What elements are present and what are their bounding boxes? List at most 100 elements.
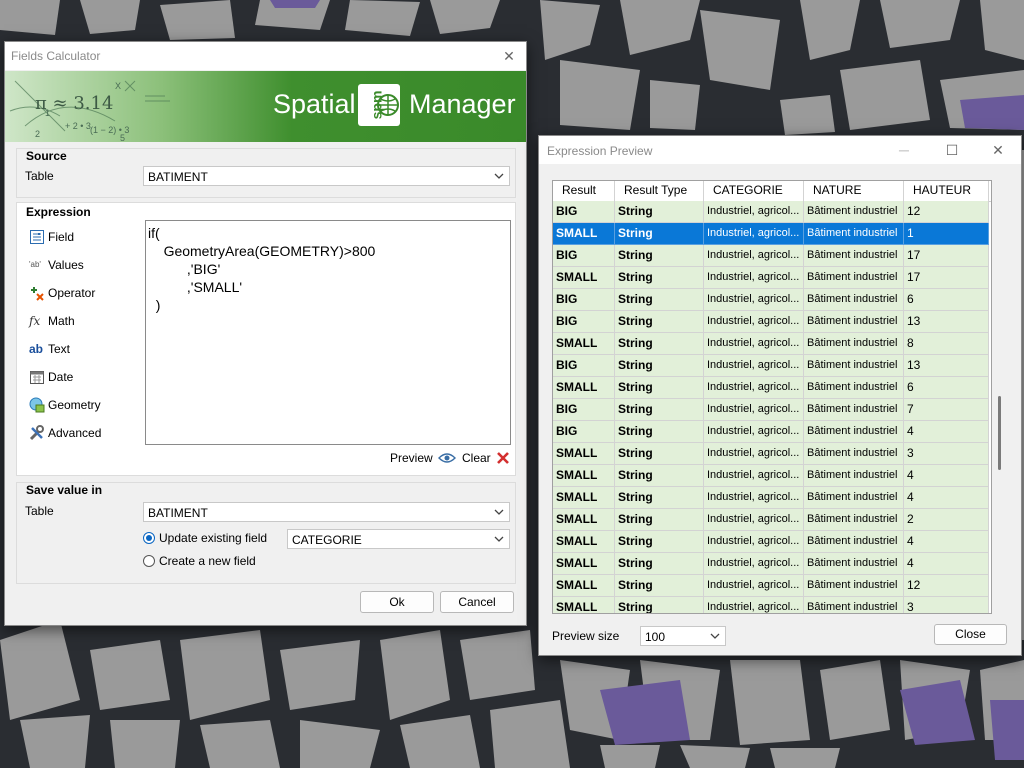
cell-hauteur: 3 bbox=[904, 597, 989, 613]
field-icon bbox=[30, 230, 44, 244]
cell-categorie: Industriel, agricol... bbox=[704, 333, 804, 355]
save-table-value: BATIMENT bbox=[148, 506, 208, 520]
close-button[interactable]: Close bbox=[934, 624, 1007, 645]
create-new-label[interactable]: Create a new field bbox=[159, 554, 256, 568]
cell-result-type: String bbox=[615, 267, 704, 289]
table-row[interactable]: BIG String Industriel, agricol... Bâtiment … bbox=[553, 399, 989, 421]
col-header-result[interactable]: Result bbox=[553, 181, 615, 201]
preview-window-title: Expression Preview bbox=[547, 144, 653, 158]
cell-hauteur: 1 bbox=[904, 223, 989, 245]
cell-result: BIG bbox=[553, 421, 615, 443]
table-row[interactable]: SMALL String Industriel, agricol... Bâtimen… bbox=[553, 531, 989, 553]
math-icon: fx bbox=[29, 314, 41, 328]
cell-nature: Bâtiment industriel bbox=[804, 509, 904, 531]
category-operator-label: Operator bbox=[48, 286, 96, 300]
table-row[interactable]: SMALL String Industriel, agricol... Bâtimen… bbox=[553, 377, 989, 399]
chevron-down-icon bbox=[494, 509, 504, 515]
cell-nature: Bâtiment industriel bbox=[804, 245, 904, 267]
cell-hauteur: 7 bbox=[904, 399, 989, 421]
table-row[interactable]: BIG String Industriel, agricol... Bâtiment … bbox=[553, 311, 989, 333]
table-row[interactable]: SMALL String Industriel, agricol... Bâtimen… bbox=[553, 443, 989, 465]
cell-result: SMALL bbox=[553, 553, 615, 575]
cell-result: SMALL bbox=[553, 487, 615, 509]
cell-categorie: Industriel, agricol... bbox=[704, 311, 804, 333]
update-existing-label[interactable]: Update existing field bbox=[159, 531, 267, 545]
update-existing-radio[interactable] bbox=[143, 532, 155, 544]
text-icon: ab bbox=[29, 342, 44, 356]
expression-editor[interactable]: if( GeometryArea(GEOMETRY)>800 ,'BIG' ,'… bbox=[145, 220, 511, 445]
grid-header: Result Result Type CATEGORIE NATURE HAUT… bbox=[553, 181, 991, 202]
table-row[interactable]: SMALL String Industriel, agricol... Bâtimen… bbox=[553, 597, 989, 613]
cell-nature: Bâtiment industriel bbox=[804, 487, 904, 509]
cell-categorie: Industriel, agricol... bbox=[704, 201, 804, 223]
expression-preview-titlebar[interactable]: Expression Preview ─ ☐ ✕ bbox=[539, 136, 1021, 164]
cell-result-type: String bbox=[615, 531, 704, 553]
grid-scrollbar[interactable] bbox=[990, 181, 991, 613]
table-row[interactable]: SMALL String Industriel, agricol... Bâtimen… bbox=[553, 487, 989, 509]
fields-calculator-titlebar[interactable]: Fields Calculator ✕ bbox=[5, 42, 526, 70]
cell-hauteur: 13 bbox=[904, 355, 989, 377]
cell-nature: Bâtiment industriel bbox=[804, 553, 904, 575]
grid-scrollbar-thumb[interactable] bbox=[998, 396, 1001, 470]
maximize-icon[interactable]: ☐ bbox=[935, 136, 969, 164]
cell-result: SMALL bbox=[553, 597, 615, 613]
cell-hauteur: 6 bbox=[904, 289, 989, 311]
create-new-radio[interactable] bbox=[143, 555, 155, 567]
update-field-select[interactable]: CATEGORIE bbox=[287, 529, 510, 549]
table-row[interactable]: BIG String Industriel, agricol... Bâtiment … bbox=[553, 355, 989, 377]
table-row[interactable]: SMALL String Industriel, agricol... Bâtimen… bbox=[553, 223, 989, 245]
col-header-nature[interactable]: NATURE bbox=[804, 181, 904, 201]
col-header-result-type[interactable]: Result Type bbox=[615, 181, 704, 201]
table-row[interactable]: BIG String Industriel, agricol... Bâtiment … bbox=[553, 421, 989, 443]
cell-result-type: String bbox=[615, 421, 704, 443]
ok-button[interactable]: Ok bbox=[360, 591, 434, 613]
table-row[interactable]: SMALL String Industriel, agricol... Bâtimen… bbox=[553, 575, 989, 597]
category-math-label: Math bbox=[48, 314, 75, 328]
cell-hauteur: 17 bbox=[904, 267, 989, 289]
save-table-select[interactable]: BATIMENT bbox=[143, 502, 510, 522]
cell-result: BIG bbox=[553, 201, 615, 223]
cell-hauteur: 4 bbox=[904, 487, 989, 509]
cell-result-type: String bbox=[615, 377, 704, 399]
preview-button[interactable]: Preview bbox=[390, 451, 457, 469]
cell-nature: Bâtiment industriel bbox=[804, 267, 904, 289]
cell-result: SMALL bbox=[553, 465, 615, 487]
cell-result-type: String bbox=[615, 223, 704, 245]
table-row[interactable]: SMALL String Industriel, agricol... Bâtimen… bbox=[553, 509, 989, 531]
cell-hauteur: 4 bbox=[904, 553, 989, 575]
table-row[interactable]: BIG String Industriel, agricol... Bâtiment … bbox=[553, 289, 989, 311]
cell-categorie: Industriel, agricol... bbox=[704, 509, 804, 531]
preview-grid[interactable]: Result Result Type CATEGORIE NATURE HAUT… bbox=[552, 180, 992, 614]
clear-button[interactable]: Clear bbox=[462, 451, 510, 469]
table-row[interactable]: BIG String Industriel, agricol... Bâtiment … bbox=[553, 201, 989, 223]
source-title: Source bbox=[26, 149, 67, 163]
table-row[interactable]: SMALL String Industriel, agricol... Bâtimen… bbox=[553, 553, 989, 575]
cell-nature: Bâtiment industriel bbox=[804, 531, 904, 553]
clear-label: Clear bbox=[462, 451, 491, 465]
close-icon[interactable]: ✕ bbox=[981, 136, 1015, 164]
cell-hauteur: 3 bbox=[904, 443, 989, 465]
save-title: Save value in bbox=[26, 483, 103, 497]
close-icon[interactable]: ✕ bbox=[492, 42, 526, 70]
table-row[interactable]: BIG String Industriel, agricol... Bâtiment … bbox=[553, 245, 989, 267]
cancel-button[interactable]: Cancel bbox=[440, 591, 514, 613]
cell-categorie: Industriel, agricol... bbox=[704, 399, 804, 421]
table-row[interactable]: SMALL String Industriel, agricol... Bâtimen… bbox=[553, 465, 989, 487]
col-header-hauteur[interactable]: HAUTEUR bbox=[904, 181, 989, 201]
chevron-down-icon bbox=[494, 173, 504, 179]
cell-result-type: String bbox=[615, 487, 704, 509]
source-group: Source Table BATIMENT bbox=[16, 148, 516, 198]
source-table-label: Table bbox=[25, 169, 54, 183]
cell-categorie: Industriel, agricol... bbox=[704, 575, 804, 597]
table-row[interactable]: SMALL String Industriel, agricol... Bâtimen… bbox=[553, 267, 989, 289]
col-header-categorie[interactable]: CATEGORIE bbox=[704, 181, 804, 201]
source-table-select[interactable]: BATIMENT bbox=[143, 166, 510, 186]
cell-result-type: String bbox=[615, 443, 704, 465]
cell-hauteur: 12 bbox=[904, 201, 989, 223]
cell-categorie: Industriel, agricol... bbox=[704, 223, 804, 245]
minimize-icon[interactable]: ─ bbox=[887, 136, 921, 164]
cell-result: SMALL bbox=[553, 267, 615, 289]
table-row[interactable]: SMALL String Industriel, agricol... Bâtimen… bbox=[553, 333, 989, 355]
update-field-value: CATEGORIE bbox=[292, 533, 362, 547]
preview-size-select[interactable]: 100 bbox=[640, 626, 726, 646]
